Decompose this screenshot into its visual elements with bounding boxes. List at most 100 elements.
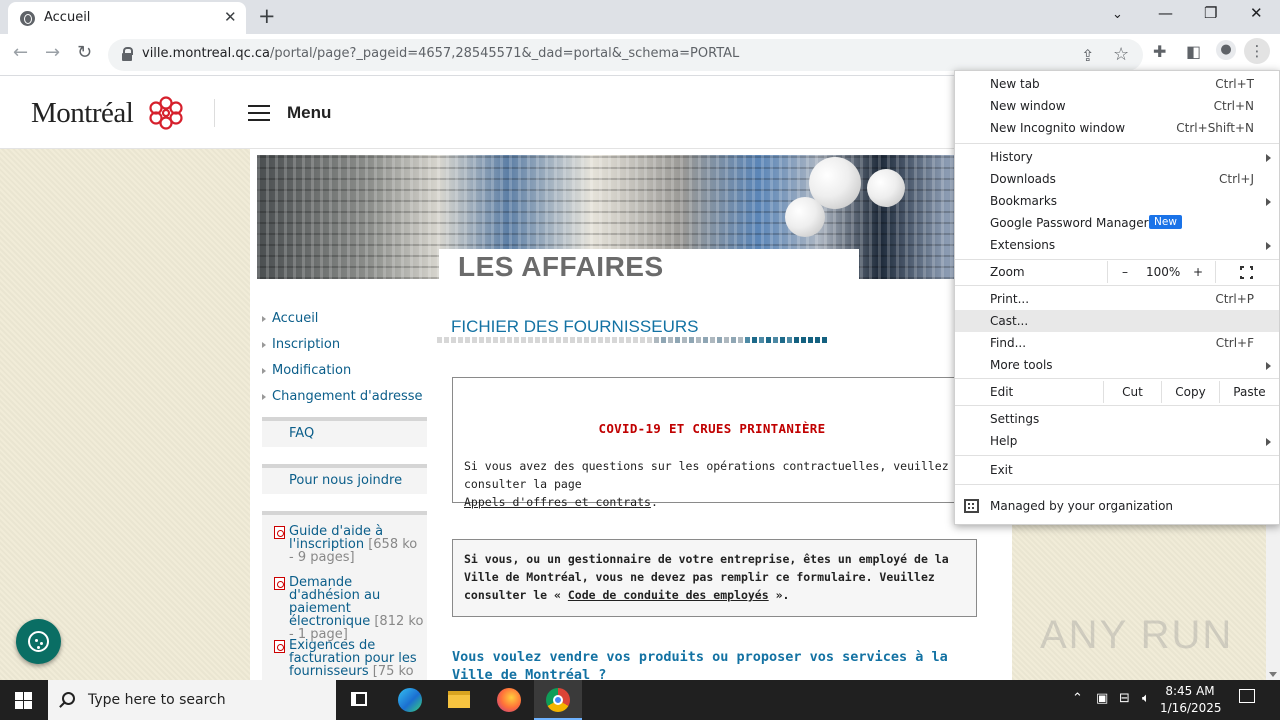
bookmark-star-icon[interactable]: ☆	[1113, 44, 1129, 65]
faq-link[interactable]: FAQ	[289, 426, 314, 441]
firefox-icon[interactable]	[485, 680, 533, 720]
notifications-icon[interactable]	[1239, 689, 1255, 703]
menu-item-new-window[interactable]: New window Ctrl+N	[955, 95, 1279, 117]
menu-item-more-tools[interactable]: More tools	[955, 354, 1279, 376]
menu-item-zoom: Zoom – 100% +	[955, 261, 1279, 283]
side-panel-icon[interactable]: ◧	[1186, 42, 1201, 61]
submenu-arrow-icon	[1266, 198, 1271, 206]
close-window-button[interactable]: ✕	[1250, 4, 1263, 22]
documents-box: Guide d'aide à l'inscription [658 ko - 9…	[262, 511, 427, 680]
menu-button[interactable]: Menu	[248, 101, 348, 127]
zoom-label: Zoom	[990, 265, 1025, 279]
scroll-down-arrow-icon[interactable]	[1269, 672, 1277, 677]
main-content: LES AFFAIRES Accueil Inscription Modific…	[250, 149, 1017, 680]
nav-link-changement-adresse[interactable]: Changement d'adresse	[262, 389, 423, 404]
decorative-dash	[549, 337, 554, 343]
paste-button[interactable]: Paste	[1219, 381, 1279, 403]
document-item[interactable]: Demande d'adhésion au paiement électroni…	[274, 575, 426, 641]
new-tab-button[interactable]: +	[258, 4, 276, 28]
cut-button[interactable]: Cut	[1103, 381, 1161, 403]
zoom-level: 100%	[1146, 265, 1181, 279]
share-icon[interactable]: ⇪	[1081, 46, 1094, 65]
show-hidden-icons-icon[interactable]: ⌃	[1072, 691, 1083, 706]
network-icon[interactable]: ⊟	[1119, 691, 1130, 706]
close-tab-icon[interactable]: ✕	[224, 8, 237, 26]
contact-link[interactable]: Pour nous joindre	[289, 473, 402, 488]
decorative-dash	[486, 337, 491, 343]
decorative-dash	[654, 337, 659, 343]
site-logo[interactable]: Montréal	[31, 97, 134, 130]
code-conduite-link[interactable]: Code de conduite des employés	[568, 588, 769, 602]
menu-item-extensions[interactable]: Extensions	[955, 234, 1279, 256]
decorative-dash	[787, 337, 792, 343]
restore-button[interactable]: ❐	[1204, 4, 1217, 22]
menu-item-downloads[interactable]: Downloads Ctrl+J	[955, 168, 1279, 190]
decorative-dash	[591, 337, 596, 343]
lock-icon[interactable]	[122, 47, 133, 61]
zoom-in-button[interactable]: +	[1193, 265, 1203, 279]
menu-item-print[interactable]: Print... Ctrl+P	[955, 288, 1279, 310]
decorative-dash	[626, 337, 631, 343]
windows-start-icon[interactable]	[15, 692, 32, 709]
zoom-out-button[interactable]: –	[1122, 265, 1128, 279]
nav-box-contact[interactable]: Pour nous joindre	[262, 464, 427, 494]
menu-item-find[interactable]: Find... Ctrl+F	[955, 332, 1279, 354]
decorative-dash	[584, 337, 589, 343]
cookie-settings-button[interactable]	[16, 619, 61, 664]
menu-label: Menu	[287, 103, 332, 122]
volume-icon[interactable]: 🔈︎	[1142, 691, 1150, 706]
employee-notice: Si vous, ou un gestionnaire de votre ent…	[452, 539, 977, 617]
decorative-dash	[752, 337, 757, 343]
address-bar[interactable]: ville.montreal.qc.ca/portal/page?_pageid…	[108, 39, 1143, 71]
appels-offres-link[interactable]: Appels d'offres et contrats	[464, 495, 651, 509]
profile-icon[interactable]: ●	[1216, 40, 1236, 60]
menu-item-new-tab[interactable]: New tab Ctrl+T	[955, 73, 1279, 95]
menu-item-exit[interactable]: Exit	[955, 459, 1279, 481]
covid-notice: COVID-19 ET CRUES PRINTANIÈRE Si vous av…	[452, 377, 972, 509]
tab-search-icon[interactable]: ⌄	[1112, 7, 1123, 22]
reload-icon[interactable]: ↻	[77, 42, 92, 63]
task-view-icon[interactable]	[336, 680, 384, 720]
file-explorer-icon[interactable]	[435, 680, 483, 720]
fullscreen-button[interactable]	[1215, 261, 1279, 283]
menu-item-cast[interactable]: Cast...	[955, 310, 1279, 332]
menu-item-help[interactable]: Help	[955, 430, 1279, 452]
nav-link-accueil[interactable]: Accueil	[262, 311, 318, 326]
menu-item-password-manager[interactable]: Google Password Manager New	[955, 212, 1279, 234]
document-item[interactable]: Exigences de facturation pour les fourni…	[274, 639, 426, 679]
url-text[interactable]: ville.montreal.qc.ca/portal/page?_pageid…	[142, 46, 739, 61]
nav-box-faq[interactable]: FAQ	[262, 417, 427, 447]
chrome-icon[interactable]	[534, 680, 582, 720]
document-item[interactable]: Guide d'aide à l'inscription [658 ko - 9…	[274, 525, 426, 565]
vendre-heading[interactable]: Vous voulez vendre vos produits ou propo…	[452, 648, 982, 680]
nav-link-inscription[interactable]: Inscription	[262, 337, 340, 352]
more-options-icon[interactable]: ⋮	[1244, 38, 1270, 64]
menu-item-new-incognito[interactable]: New Incognito window Ctrl+Shift+N	[955, 117, 1279, 139]
back-icon[interactable]: ←	[13, 42, 28, 63]
device-icon[interactable]: ▣	[1096, 691, 1108, 706]
decorative-dash	[458, 337, 463, 343]
taskbar-search-box[interactable]: Type here to search	[48, 680, 336, 720]
decorative-dash	[780, 337, 785, 343]
decorative-dash	[640, 337, 645, 343]
nav-link-modification[interactable]: Modification	[262, 363, 351, 378]
cookie-icon	[28, 631, 49, 652]
taskbar-clock[interactable]: 8:45 AM 1/16/2025	[1160, 683, 1222, 717]
document-title[interactable]: Demande d'adhésion au paiement électroni…	[289, 575, 380, 629]
browser-tab[interactable]: Accueil ✕	[8, 2, 246, 34]
decorative-dash	[577, 337, 582, 343]
extensions-icon[interactable]: ✚	[1153, 42, 1166, 61]
banner-title: LES AFFAIRES	[458, 251, 664, 279]
decorative-dash	[521, 337, 526, 343]
copy-button[interactable]: Copy	[1161, 381, 1219, 403]
menu-item-bookmarks[interactable]: Bookmarks	[955, 190, 1279, 212]
menu-item-managed[interactable]: Managed by your organization	[955, 495, 1279, 517]
edge-icon[interactable]	[386, 680, 434, 720]
menu-item-settings[interactable]: Settings	[955, 408, 1279, 430]
decorative-dash	[528, 337, 533, 343]
menu-item-history[interactable]: History	[955, 146, 1279, 168]
watermark: ANY RUN	[1040, 613, 1234, 657]
menu-separator	[955, 285, 1279, 286]
forward-icon[interactable]: →	[45, 42, 60, 63]
minimize-button[interactable]: —	[1158, 4, 1173, 22]
